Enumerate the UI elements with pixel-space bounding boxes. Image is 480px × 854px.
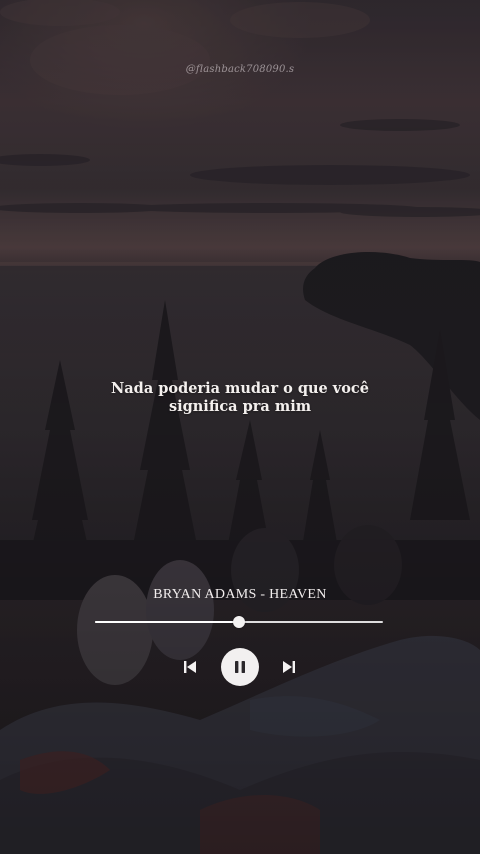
background-photo [0,0,480,854]
pause-icon [235,661,245,673]
song-title: BRYAN ADAMS - HEAVEN [153,587,327,602]
pause-button[interactable] [221,648,259,686]
previous-button[interactable] [180,657,200,677]
lyric-line-2: significa pra mim [168,398,312,415]
progress-fill [95,621,239,623]
skip-next-icon [283,661,295,673]
lyric-line-1: Nada poderia mudar o que você [111,380,369,397]
skip-previous-icon [184,661,196,673]
progress-knob[interactable] [233,616,245,628]
next-button[interactable] [279,657,299,677]
lyric-text: Nada poderia mudar o que você significa … [90,380,390,416]
playback-controls [0,648,480,686]
music-story-screen: @flashback708090.s Nada poderia mudar o … [0,0,480,854]
watermark-handle: @flashback708090.s [185,64,295,75]
progress-bar[interactable] [95,616,383,628]
